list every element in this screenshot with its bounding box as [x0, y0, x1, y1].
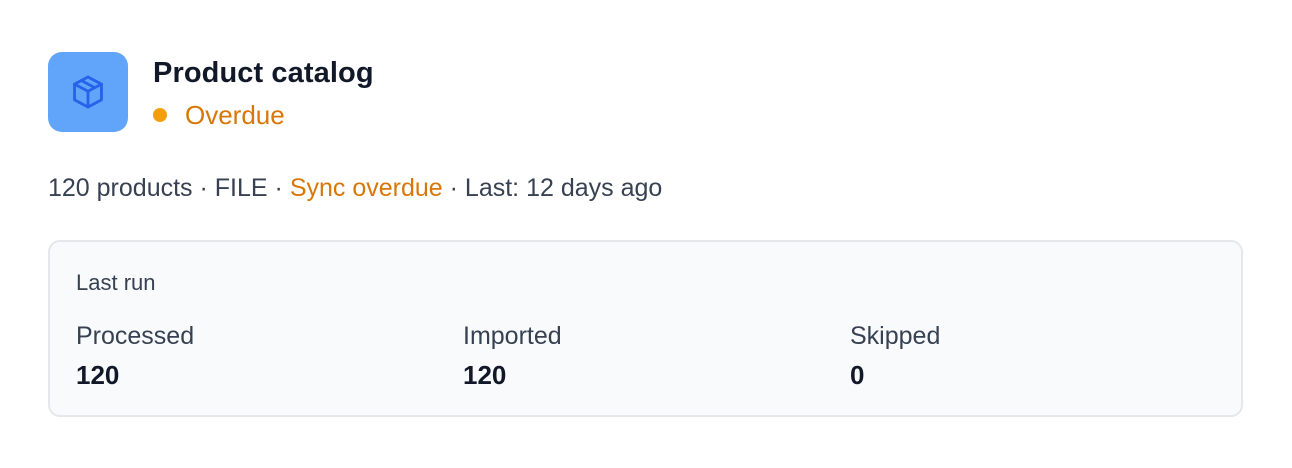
- stat-label: Imported: [463, 322, 562, 350]
- product-count: 120 products: [48, 174, 193, 202]
- last-sync-time: Last: 12 days ago: [464, 174, 663, 202]
- status-dot: [153, 108, 167, 122]
- stat-label: Skipped: [850, 322, 941, 350]
- stat-skipped: Skipped 0: [850, 320, 1237, 392]
- source-card: Product catalog Overdue 120 products · F…: [0, 0, 1292, 468]
- last-run-panel: Last run Processed 120 Imported 120 Skip…: [48, 240, 1243, 417]
- source-meta: 120 products · FILE · Sync overdue · Las…: [48, 170, 662, 206]
- sync-status: Sync overdue: [289, 174, 443, 202]
- source-icon-tile: [48, 52, 128, 132]
- title-block: Product catalog Overdue: [153, 52, 374, 132]
- stat-value: 120: [463, 360, 507, 390]
- last-run-label: Last run: [76, 270, 156, 295]
- stat-label: Processed: [76, 322, 195, 350]
- meta-separator: ·: [274, 174, 283, 202]
- run-stats: Processed 120 Imported 120 Skipped 0: [76, 320, 1237, 392]
- source-type: FILE: [214, 174, 268, 202]
- meta-separator: ·: [449, 174, 458, 202]
- meta-separator: ·: [199, 174, 208, 202]
- stat-value: 120: [76, 360, 120, 390]
- status-indicator: Overdue: [153, 98, 374, 132]
- stat-processed: Processed 120: [76, 320, 463, 392]
- source-title: Product catalog: [153, 57, 374, 89]
- status-label: Overdue: [185, 100, 285, 130]
- source-header: Product catalog Overdue: [48, 52, 374, 132]
- stat-value: 0: [850, 360, 865, 390]
- stat-imported: Imported 120: [463, 320, 850, 392]
- package-icon: [73, 75, 103, 109]
